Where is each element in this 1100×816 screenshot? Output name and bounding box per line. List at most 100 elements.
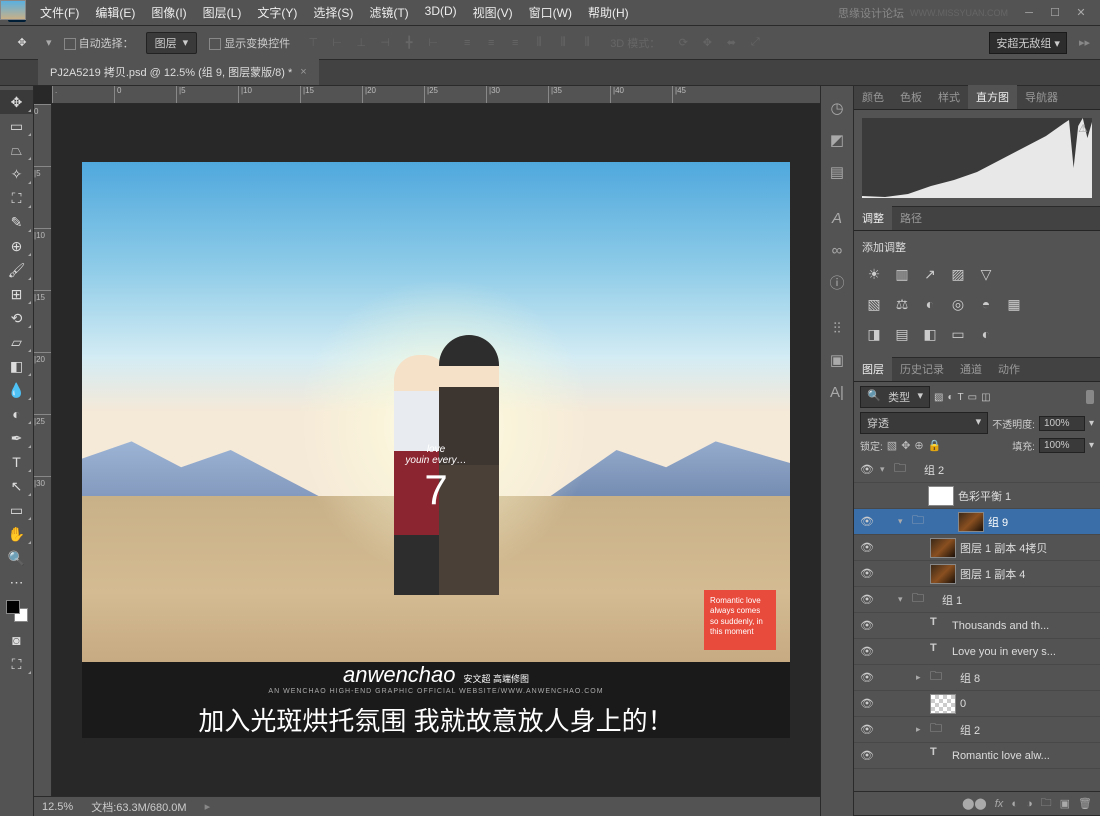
- exposure-icon[interactable]: ▨: [948, 265, 968, 283]
- shape-tool[interactable]: ▭: [0, 498, 33, 522]
- menu-view[interactable]: 视图(V): [473, 4, 513, 21]
- doc-size[interactable]: 文档:63.3M/680.0M: [91, 799, 186, 815]
- history-brush-tool[interactable]: ⟲: [0, 306, 33, 330]
- layer-name[interactable]: Thousands and th...: [952, 620, 1096, 632]
- 3d-pan-icon[interactable]: ✥: [696, 32, 718, 54]
- lock-position-icon[interactable]: ✥: [901, 439, 910, 452]
- fill-input[interactable]: [1039, 438, 1085, 453]
- refresh-histogram-icon[interactable]: ⚠: [1078, 122, 1088, 135]
- tab-actions[interactable]: 动作: [990, 357, 1028, 381]
- auto-select-target[interactable]: 图层 ▾: [146, 32, 198, 54]
- expand-icon[interactable]: ▸: [916, 672, 926, 683]
- color-panel-icon[interactable]: ◷: [821, 92, 853, 124]
- layer-row[interactable]: 👁▾🗀组 9: [854, 509, 1100, 535]
- tab-layers[interactable]: 图层: [854, 357, 892, 381]
- tab-color[interactable]: 颜色: [854, 85, 892, 109]
- expand-icon[interactable]: ▾: [898, 594, 908, 605]
- filter-shape-icon[interactable]: ▭: [968, 392, 977, 403]
- layer-row[interactable]: 色彩平衡 1: [854, 483, 1100, 509]
- layer-row[interactable]: 👁 图层 1 副本 4: [854, 561, 1100, 587]
- crop-tool[interactable]: ⛶: [0, 186, 33, 210]
- canvas[interactable]: love youin every… 7 Romantic love always…: [52, 104, 820, 796]
- marquee-tool[interactable]: ▭: [0, 114, 33, 138]
- info-panel-icon[interactable]: ⓘ: [821, 266, 853, 298]
- layer-row[interactable]: 👁0: [854, 691, 1100, 717]
- vibrance-icon[interactable]: ▽: [976, 265, 996, 283]
- visibility-toggle[interactable]: 👁: [858, 567, 876, 580]
- layer-name[interactable]: 组 2: [924, 462, 1096, 478]
- tab-channels[interactable]: 通道: [952, 357, 990, 381]
- layers-list[interactable]: 👁▾🗀组 2色彩平衡 1👁▾🗀组 9👁图层 1 副本 4拷贝👁图层 1 副本 4…: [854, 457, 1100, 791]
- close-tab-icon[interactable]: ×: [300, 66, 306, 78]
- colorlookup-icon[interactable]: ▦: [1004, 295, 1024, 313]
- layer-name[interactable]: 0: [960, 698, 1096, 710]
- new-group-icon[interactable]: 🗀: [1041, 794, 1052, 813]
- color-swatches[interactable]: [6, 600, 28, 622]
- posterize-icon[interactable]: ▤: [892, 325, 912, 343]
- menu-edit[interactable]: 编辑(E): [95, 4, 135, 21]
- curves-icon[interactable]: ↗: [920, 265, 940, 283]
- maximize-button[interactable]: ☐: [1044, 6, 1066, 20]
- layer-fx-icon[interactable]: fx: [995, 798, 1004, 810]
- layer-name[interactable]: 图层 1 副本 4: [960, 566, 1096, 582]
- zoom-tool[interactable]: 🔍: [0, 546, 33, 570]
- pen-tool[interactable]: ✒: [0, 426, 33, 450]
- align-hmid-icon[interactable]: ╋: [398, 32, 420, 54]
- path-tool[interactable]: ↖: [0, 474, 33, 498]
- new-adjustment-icon[interactable]: ◑: [1026, 798, 1033, 810]
- photofilter-icon[interactable]: ◎: [948, 295, 968, 313]
- levels-icon[interactable]: ▥: [892, 265, 912, 283]
- 3d-zoom-icon[interactable]: ⤢: [744, 32, 766, 54]
- align-top-icon[interactable]: ⊤: [302, 32, 324, 54]
- lock-all-icon[interactable]: 🔒: [928, 439, 942, 452]
- tab-histogram[interactable]: 直方图: [968, 85, 1017, 109]
- brushes-panel-icon[interactable]: ⫶⫶: [821, 312, 853, 344]
- visibility-toggle[interactable]: 👁: [858, 723, 876, 736]
- ruler-vertical[interactable]: 0|5|10|15|20|25|30: [34, 104, 52, 796]
- edit-toolbar[interactable]: ⋯: [0, 570, 33, 594]
- opacity-input[interactable]: [1039, 416, 1085, 431]
- filter-type-icon[interactable]: T: [958, 392, 964, 403]
- tab-swatches[interactable]: 色板: [892, 85, 930, 109]
- filter-toggle[interactable]: [1086, 390, 1094, 404]
- visibility-toggle[interactable]: 👁: [858, 515, 876, 528]
- paragraph-panel-icon[interactable]: A|: [821, 376, 853, 408]
- menu-window[interactable]: 窗口(W): [529, 4, 572, 21]
- layer-row[interactable]: 👁▸🗀组 2: [854, 717, 1100, 743]
- tab-styles[interactable]: 样式: [930, 85, 968, 109]
- expand-icon[interactable]: ▸: [916, 724, 926, 735]
- layer-name[interactable]: 图层 1 副本 4拷贝: [960, 540, 1096, 556]
- tab-adjustments[interactable]: 调整: [854, 206, 892, 230]
- visibility-toggle[interactable]: 👁: [858, 593, 876, 606]
- workspace-dropdown[interactable]: 安超无敌组 ▾: [989, 32, 1067, 54]
- layer-row[interactable]: 👁TThousands and th...: [854, 613, 1100, 639]
- hand-tool[interactable]: ✋: [0, 522, 33, 546]
- delete-layer-icon[interactable]: 🗑: [1078, 797, 1092, 810]
- dist-vmid-icon[interactable]: ≡: [480, 32, 502, 54]
- layer-name[interactable]: 组 2: [960, 722, 1096, 738]
- healing-tool[interactable]: ⊕: [0, 234, 33, 258]
- dodge-tool[interactable]: ◐: [0, 402, 33, 426]
- layer-row[interactable]: 👁▸🗀组 8: [854, 665, 1100, 691]
- menu-type[interactable]: 文字(Y): [257, 4, 297, 21]
- cc-panel-icon[interactable]: ∞: [821, 234, 853, 266]
- lock-pixels-icon[interactable]: ▧: [887, 439, 897, 452]
- selective-icon[interactable]: ◐: [976, 325, 996, 343]
- filter-adjust-icon[interactable]: ◐: [947, 392, 953, 403]
- layer-row[interactable]: 👁▾🗀组 1: [854, 587, 1100, 613]
- gradient-tool[interactable]: ◧: [0, 354, 33, 378]
- menu-help[interactable]: 帮助(H): [588, 4, 629, 21]
- libraries-panel-icon[interactable]: ▤: [821, 156, 853, 188]
- expand-icon[interactable]: ▾: [898, 516, 908, 527]
- visibility-toggle[interactable]: 👁: [858, 541, 876, 554]
- menu-file[interactable]: 文件(F): [40, 4, 79, 21]
- visibility-toggle[interactable]: 👁: [858, 697, 876, 710]
- visibility-toggle[interactable]: 👁: [858, 749, 876, 762]
- hue-icon[interactable]: ▧: [864, 295, 884, 313]
- menu-3d[interactable]: 3D(D): [425, 4, 457, 21]
- visibility-toggle[interactable]: 👁: [858, 463, 876, 476]
- lock-artboard-icon[interactable]: ⊕: [914, 439, 923, 452]
- layer-row[interactable]: 👁 图层 1 副本 4拷贝: [854, 535, 1100, 561]
- new-layer-icon[interactable]: ▣: [1060, 797, 1070, 810]
- move-tool[interactable]: ✥: [0, 90, 33, 114]
